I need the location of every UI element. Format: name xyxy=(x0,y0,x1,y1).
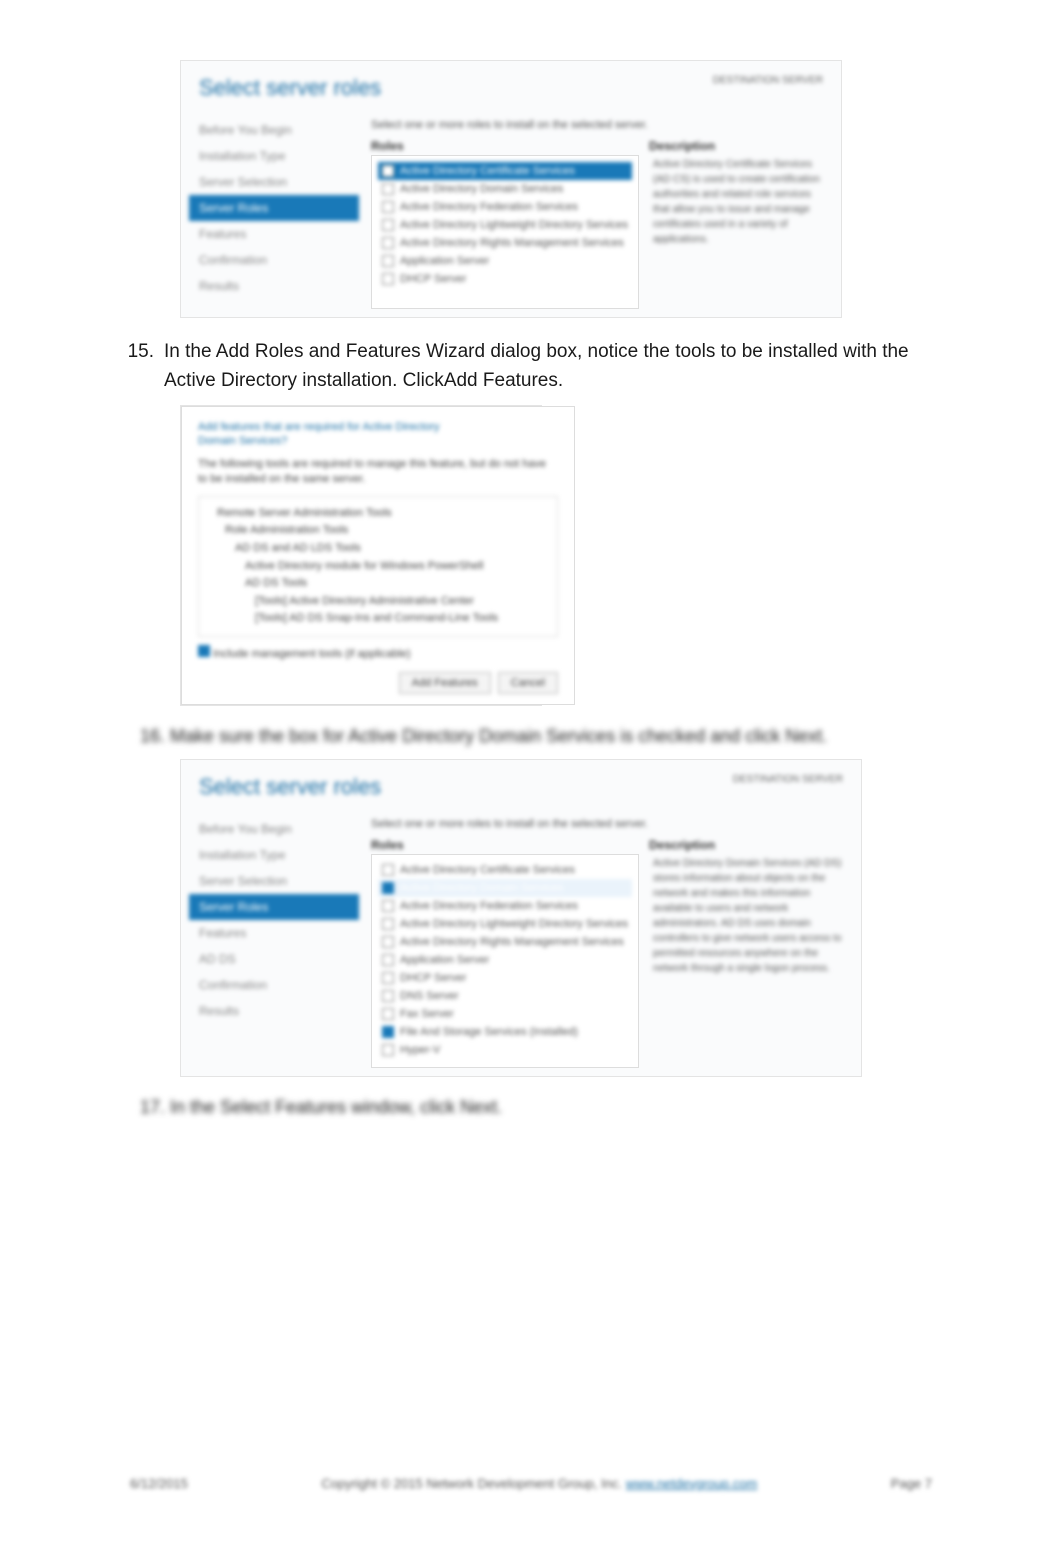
checkbox-icon xyxy=(382,255,394,267)
checkbox-icon xyxy=(382,990,394,1002)
screenshot-select-server-roles-1: Select server roles DESTINATION SERVER B… xyxy=(180,60,842,318)
role-item-selected: Active Directory Domain Services xyxy=(378,879,632,897)
wizard1-title: Select server roles xyxy=(199,75,381,101)
role-item: Hyper-V xyxy=(378,1041,632,1059)
page-footer: 6/12/2015 Copyright © 2015 Network Devel… xyxy=(0,1476,1062,1491)
nav-step: Confirmation xyxy=(189,972,359,998)
nav-step: Installation Type xyxy=(189,143,359,169)
nav-step: Server Selection xyxy=(189,868,359,894)
nav-step: Before You Begin xyxy=(189,117,359,143)
role-item-selected: Active Directory Certificate Services xyxy=(378,162,632,180)
role-item: Active Directory Federation Services xyxy=(378,198,632,216)
role-item: Active Directory Federation Services xyxy=(378,897,632,915)
wizard2-title: Select server roles xyxy=(199,774,381,800)
nav-step: Features xyxy=(189,920,359,946)
nav-step: Before You Begin xyxy=(189,816,359,842)
wizard1-nav: Before You Begin Installation Type Serve… xyxy=(181,109,359,317)
checkbox-icon xyxy=(382,237,394,249)
dialog-text: The following tools are required to mana… xyxy=(198,457,558,488)
checkbox-icon xyxy=(382,918,394,930)
checkbox-icon xyxy=(382,900,394,912)
role-item: Active Directory Lightweight Directory S… xyxy=(378,216,632,234)
wizard1-destination: DESTINATION SERVER xyxy=(713,75,823,86)
nav-step: AD DS xyxy=(189,946,359,972)
step-number: 15. xyxy=(120,338,154,395)
screenshot-select-server-roles-2: Select server roles DESTINATION SERVER B… xyxy=(180,759,862,1077)
checkbox-icon xyxy=(382,201,394,213)
description-header: Description xyxy=(649,137,829,155)
wizard2-nav: Before You Begin Installation Type Serve… xyxy=(181,808,359,1076)
nav-step: Features xyxy=(189,221,359,247)
dialog-checkbox-label: Include management tools (if applicable) xyxy=(198,645,558,662)
footer-date: 6/12/2015 xyxy=(130,1476,188,1491)
nav-step: Results xyxy=(189,273,359,299)
checkbox-icon xyxy=(198,645,210,657)
description-text: Active Directory Certificate Services (A… xyxy=(649,155,829,249)
dialog-heading-line2: Domain Services? xyxy=(198,435,558,447)
checkbox-icon xyxy=(382,1044,394,1056)
checkbox-icon xyxy=(382,972,394,984)
footer-page: Page 7 xyxy=(891,1476,932,1491)
roles-list: Active Directory Certificate Services Ac… xyxy=(371,854,639,1068)
role-item: Active Directory Rights Management Servi… xyxy=(378,933,632,951)
description-text: Active Directory Domain Services (AD DS)… xyxy=(649,854,849,978)
role-item: Active Directory Domain Services xyxy=(378,180,632,198)
role-item: File And Storage Services (Installed) xyxy=(378,1023,632,1041)
checkbox-icon xyxy=(382,273,394,285)
checkbox-icon xyxy=(382,882,394,894)
checkbox-icon xyxy=(382,183,394,195)
step-15-text: 15. In the Add Roles and Features Wizard… xyxy=(120,338,942,395)
role-item: DHCP Server xyxy=(378,969,632,987)
role-item: DHCP Server xyxy=(378,270,632,288)
checkbox-icon xyxy=(382,936,394,948)
role-item: Active Directory Lightweight Directory S… xyxy=(378,915,632,933)
role-item: Application Server xyxy=(378,951,632,969)
nav-step: Results xyxy=(189,998,359,1024)
wizard2-destination: DESTINATION SERVER xyxy=(733,774,843,785)
footer-copyright: Copyright © 2015 Network Development Gro… xyxy=(321,1476,757,1491)
wizard2-instruction: Select one or more roles to install on t… xyxy=(371,816,849,836)
wizard1-instruction: Select one or more roles to install on t… xyxy=(371,117,829,137)
role-item: Fax Server xyxy=(378,1005,632,1023)
role-item: Active Directory Rights Management Servi… xyxy=(378,234,632,252)
roles-list: Active Directory Certificate Services Ac… xyxy=(371,155,639,309)
dialog-heading-line1: Add features that are required for Activ… xyxy=(198,421,558,433)
screenshot-add-features-dialog: Add features that are required for Activ… xyxy=(180,405,542,706)
role-item: Application Server xyxy=(378,252,632,270)
role-item: Active Directory Certificate Services xyxy=(378,861,632,879)
step-17-text-blurred: 17. In the Select Features window, click… xyxy=(140,1097,942,1118)
nav-step-selected: Server Roles xyxy=(189,894,359,920)
footer-link: www.netdevgroup.com xyxy=(626,1476,758,1491)
nav-step-selected: Server Roles xyxy=(189,195,359,221)
roles-header: Roles xyxy=(371,137,639,155)
nav-step: Confirmation xyxy=(189,247,359,273)
description-header: Description xyxy=(649,836,849,854)
roles-header: Roles xyxy=(371,836,639,854)
checkbox-icon xyxy=(382,165,394,177)
step-16-text-blurred: 16. Make sure the box for Active Directo… xyxy=(140,726,942,747)
checkbox-icon xyxy=(382,864,394,876)
add-features-button: Add Features xyxy=(399,672,491,694)
checkbox-icon xyxy=(382,1026,394,1038)
role-item: DNS Server xyxy=(378,987,632,1005)
checkbox-icon xyxy=(382,219,394,231)
checkbox-icon xyxy=(382,1008,394,1020)
nav-step: Server Selection xyxy=(189,169,359,195)
dialog-tree: Remote Server Administration Tools Role … xyxy=(198,496,558,637)
cancel-button: Cancel xyxy=(498,672,558,694)
checkbox-icon xyxy=(382,954,394,966)
nav-step: Installation Type xyxy=(189,842,359,868)
